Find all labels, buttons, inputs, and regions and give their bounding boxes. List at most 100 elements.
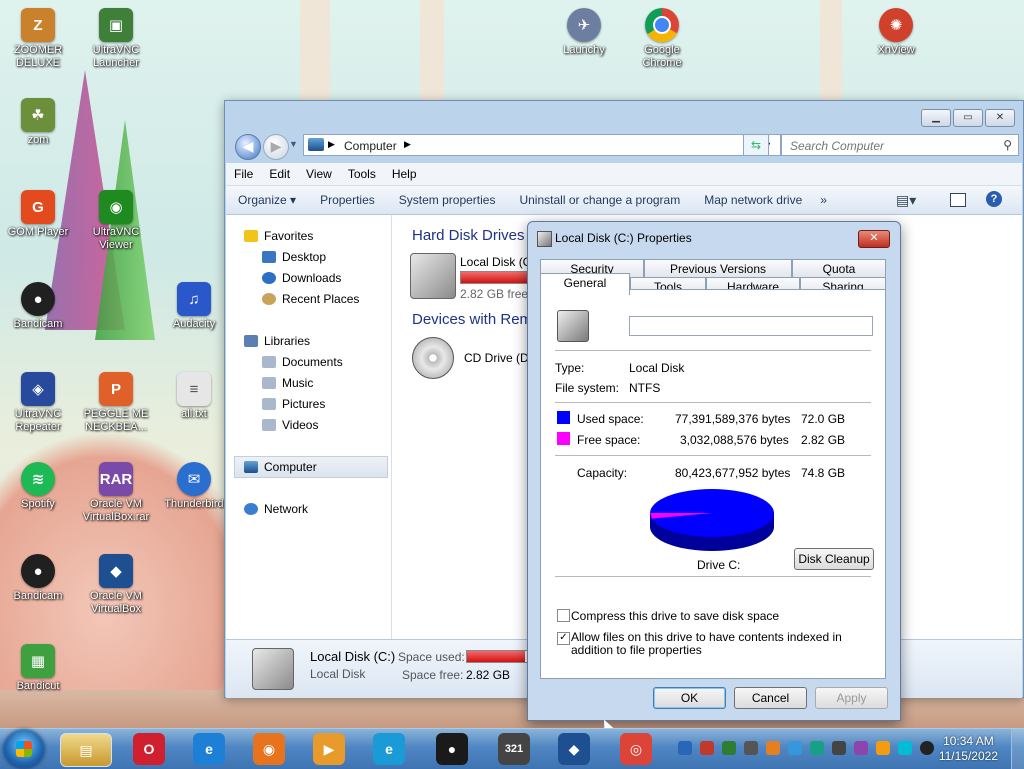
minimize-button[interactable]: ▁ (921, 109, 951, 127)
nav-downloads[interactable]: Downloads (262, 268, 341, 288)
desktop-icon-bandicut[interactable]: ▦ Bandicut (0, 644, 76, 693)
tray-app-icon[interactable] (832, 741, 846, 755)
desktop-icon-spotify[interactable]: ≋ Spotify (0, 462, 76, 511)
tray-app-icon[interactable] (920, 741, 934, 755)
desktop-icon-gom-player[interactable]: G GOM Player (0, 190, 76, 239)
back-button[interactable]: ◀ (235, 134, 261, 160)
compress-checkbox[interactable] (557, 609, 570, 622)
tab-general[interactable]: General (540, 273, 630, 295)
uninstall-program-button[interactable]: Uninstall or change a program (507, 186, 692, 207)
group-removable-storage[interactable]: Devices with Rem (412, 311, 532, 328)
desktop-icon-bandicam[interactable]: ● Bandicam (0, 282, 76, 331)
tray-app-icon[interactable] (722, 741, 736, 755)
desktop-icon-launchy[interactable]: ✈ Launchy (546, 8, 622, 57)
desktop-icon-all-txt[interactable]: ≡ all.txt (156, 372, 232, 421)
search-icon[interactable]: ⚲ (1003, 138, 1012, 152)
desktop-icon-audacity[interactable]: ♫ Audacity (156, 282, 232, 331)
apply-button[interactable]: Apply (815, 687, 888, 709)
desktop-icon-zoomer[interactable]: Z ZOOMER DELUXE (0, 8, 76, 70)
bandicam-taskbar-icon[interactable]: ● (436, 733, 468, 765)
tray-app-icon[interactable] (876, 741, 890, 755)
nav-libraries[interactable]: Libraries (244, 331, 310, 351)
nav-music[interactable]: Music (262, 373, 313, 393)
desktop-icon-peggle[interactable]: P PEGGLE ME NECKBEA... (78, 372, 154, 434)
nav-network[interactable]: Network (244, 499, 308, 519)
desktop-icon-virtualbox-rar[interactable]: RAR Oracle VM VirtualBox.rar (78, 462, 154, 524)
tab-previous-versions[interactable]: Previous Versions (644, 259, 792, 277)
nav-favorites[interactable]: Favorites (244, 226, 313, 246)
nav-computer[interactable]: Computer (244, 457, 317, 477)
show-desktop-button[interactable] (1011, 729, 1024, 769)
tray-app-icon[interactable] (854, 741, 868, 755)
pictures-icon (262, 398, 276, 410)
tray-app-icon[interactable] (678, 741, 692, 755)
close-button[interactable]: ✕ (985, 109, 1015, 127)
organize-button[interactable]: Organize ▾ (226, 186, 308, 207)
help-icon[interactable]: ? (986, 191, 1002, 207)
properties-button[interactable]: Properties (308, 186, 387, 207)
desktop-icon-virtualbox[interactable]: ◆ Oracle VM VirtualBox (78, 554, 154, 616)
desktop-icon-ultravnc-viewer[interactable]: ◉ UltraVNC Viewer (78, 190, 154, 252)
map-network-drive-button[interactable]: Map network drive (692, 186, 814, 207)
desktop-icon-thunderbird[interactable]: ✉ Thunderbird (156, 462, 232, 511)
disk-cleanup-button[interactable]: Disk Cleanup (794, 548, 874, 570)
tray-app-icon[interactable] (766, 741, 780, 755)
index-checkbox[interactable]: ✓ (557, 632, 570, 645)
desktop-icon-bandicam-2[interactable]: ● Bandicam (0, 554, 76, 603)
media-player-taskbar-icon[interactable]: ▶ (313, 733, 345, 765)
forward-button[interactable]: ▶ (263, 134, 289, 160)
desktop-icon-xnview[interactable]: ✺ XnView (858, 8, 934, 57)
tray-app-icon[interactable] (700, 741, 714, 755)
nav-recent-places[interactable]: Recent Places (262, 289, 359, 309)
dialog-close-button[interactable]: ✕ (858, 230, 890, 248)
opera-taskbar-icon[interactable]: O (133, 733, 165, 765)
tab-quota[interactable]: Quota (792, 259, 886, 277)
bandicam-icon: ● (21, 554, 55, 588)
search-box[interactable]: ⚲ (781, 134, 1019, 156)
view-options-icon[interactable]: ▤▾ (896, 192, 916, 209)
cancel-button[interactable]: Cancel (734, 687, 807, 709)
desktop-icon-google-chrome[interactable]: Google Chrome (624, 8, 700, 70)
desktop-icon-ultravnc-launcher[interactable]: ▣ UltraVNC Launcher (78, 8, 154, 70)
clock[interactable]: 10:34 AM 11/15/2022 (939, 734, 998, 764)
desktop-icon-ultravnc-repeater[interactable]: ◈ UltraVNC Repeater (0, 372, 76, 434)
drive-local-disk-c[interactable]: Local Disk (C 2.82 GB free (410, 253, 532, 301)
cd-drive-icon (412, 337, 454, 379)
tray-app-icon[interactable] (744, 741, 758, 755)
search-input[interactable] (788, 136, 992, 156)
edge-taskbar-icon[interactable]: e (373, 733, 405, 765)
preview-pane-icon[interactable] (950, 193, 966, 207)
mpc-taskbar-icon[interactable]: 321 (498, 733, 530, 765)
refresh-button[interactable]: ⇆ (743, 134, 769, 156)
volume-label-input[interactable] (629, 316, 873, 336)
menu-help[interactable]: Help (384, 163, 425, 181)
tray-app-icon[interactable] (810, 741, 824, 755)
more-commands-button[interactable]: » (814, 186, 833, 207)
menu-edit[interactable]: Edit (261, 163, 298, 181)
tray-app-icon[interactable] (898, 741, 912, 755)
breadcrumb[interactable]: Computer (344, 139, 397, 153)
desktop-icon-zom[interactable]: ☘ zom (0, 98, 76, 147)
nav-documents[interactable]: Documents (262, 352, 343, 372)
address-bar[interactable]: ▶ Computer ▶ ▼ (303, 134, 781, 156)
start-button[interactable] (4, 730, 44, 768)
ok-button[interactable]: OK (653, 687, 726, 709)
history-dropdown-icon[interactable]: ▼ (289, 139, 298, 149)
system-properties-button[interactable]: System properties (387, 186, 508, 207)
maximize-button[interactable]: ▭ (953, 109, 983, 127)
menu-file[interactable]: File (226, 163, 261, 181)
nav-desktop[interactable]: Desktop (262, 247, 326, 267)
nav-videos[interactable]: Videos (262, 415, 318, 435)
group-hard-disk-drives[interactable]: Hard Disk Drives (412, 227, 525, 244)
tray-app-icon[interactable] (788, 741, 802, 755)
menu-tools[interactable]: Tools (340, 163, 384, 181)
explorer-taskbar-icon[interactable]: ▤ (60, 733, 112, 767)
virtualbox-taskbar-icon[interactable]: ◆ (558, 733, 590, 765)
firefox-taskbar-icon[interactable]: ◉ (253, 733, 285, 765)
chrome-taskbar-icon[interactable]: ◎ (620, 733, 652, 765)
menu-view[interactable]: View (298, 163, 340, 181)
nav-pictures[interactable]: Pictures (262, 394, 325, 414)
separator (555, 350, 871, 351)
drive-cd-d[interactable]: CD Drive (D (410, 337, 530, 383)
internet-explorer-taskbar-icon[interactable]: e (193, 733, 225, 765)
